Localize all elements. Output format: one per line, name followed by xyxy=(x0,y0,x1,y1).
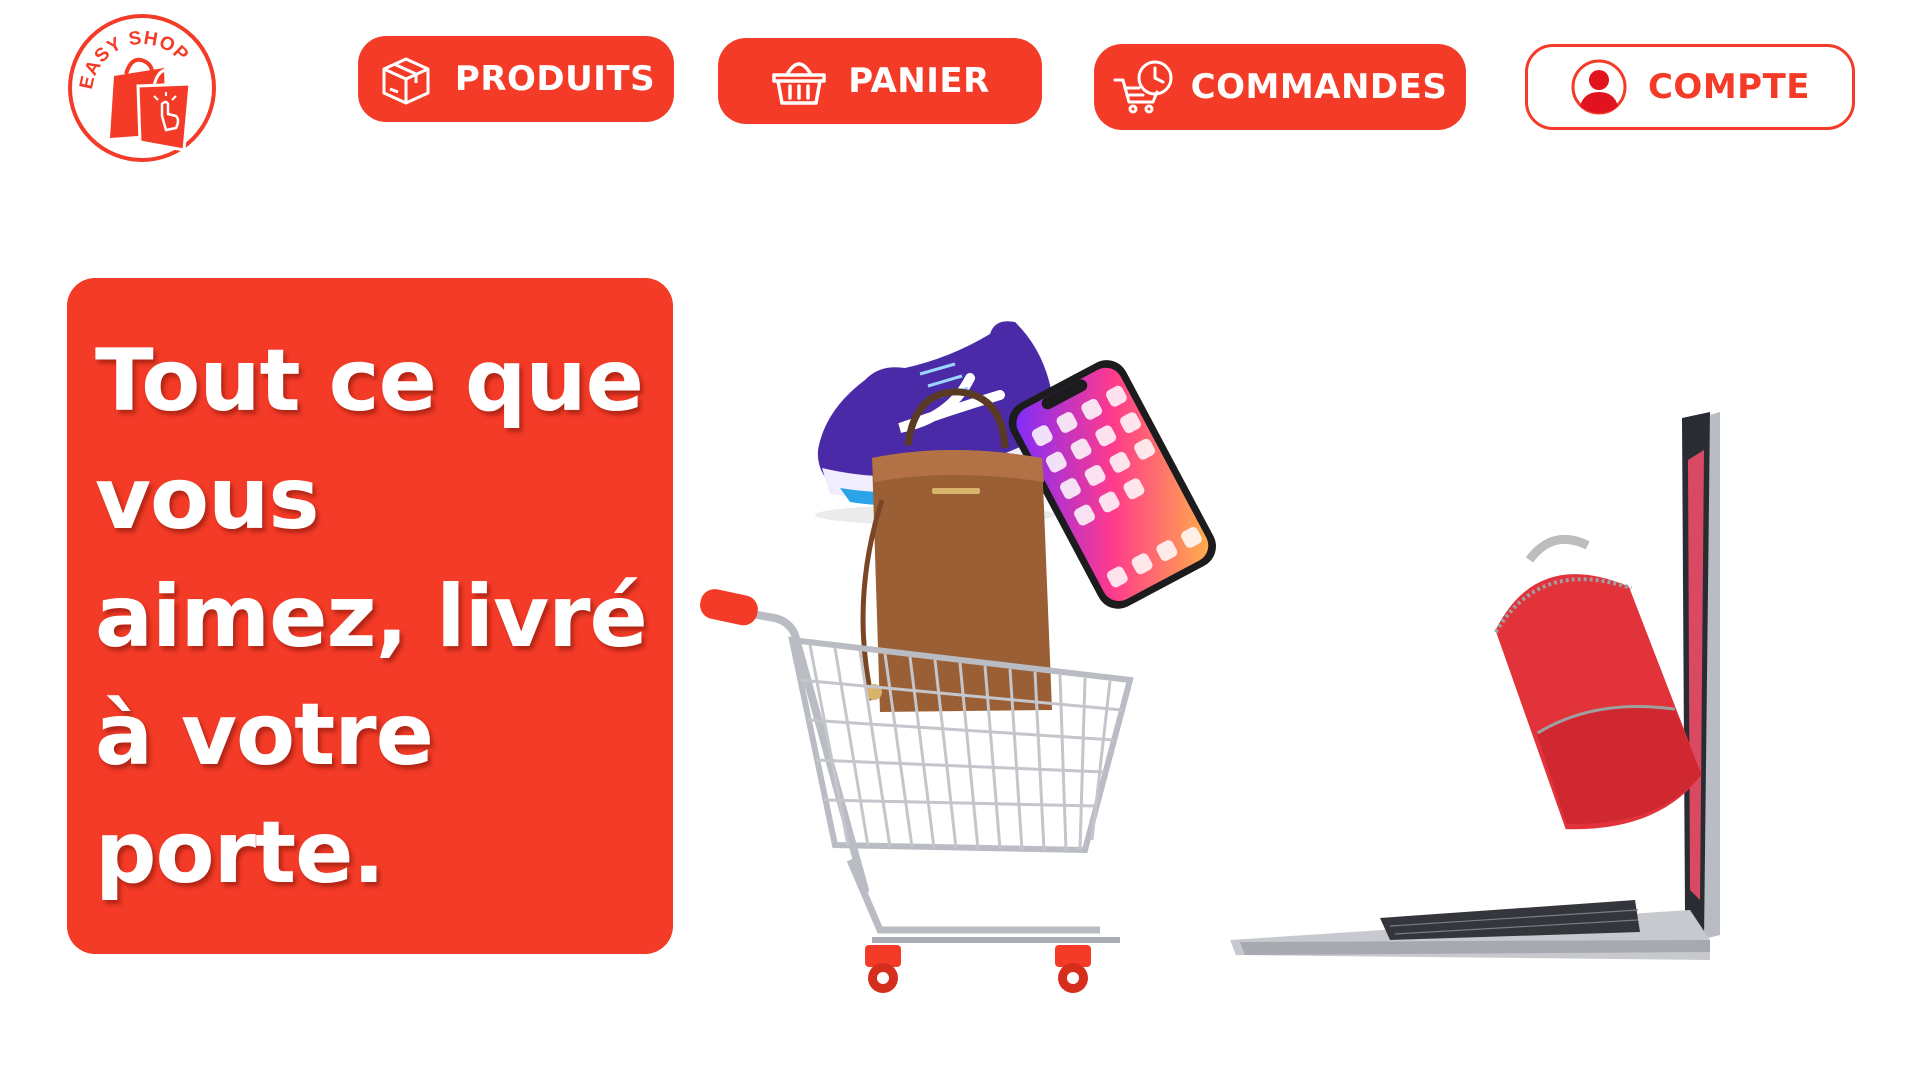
box-icon xyxy=(377,50,435,108)
hero-line: porte. xyxy=(95,803,385,903)
basket-icon xyxy=(770,52,828,110)
user-icon xyxy=(1570,58,1628,116)
nav-orders-label: COMMANDES xyxy=(1190,67,1448,107)
nav-account-label: COMPTE xyxy=(1647,67,1811,107)
nav-orders-button[interactable]: COMMANDES xyxy=(1094,44,1466,130)
hero-headline: Tout ce que vous aimez, livré à votre po… xyxy=(95,322,673,912)
nav-account-button[interactable]: COMPTE xyxy=(1525,44,1855,130)
cart-clock-icon xyxy=(1113,58,1179,116)
hero-line: vous xyxy=(95,449,320,549)
hero-banner: Tout ce que vous aimez, livré à votre po… xyxy=(67,278,673,954)
hero-line: Tout ce que xyxy=(95,331,644,431)
easy-shop-logo[interactable]: EASY SHOP xyxy=(66,12,218,164)
nav-products-label: PRODUITS xyxy=(454,59,656,99)
backpack-image xyxy=(1494,534,1702,830)
nav-cart-button[interactable]: PANIER xyxy=(718,38,1042,124)
nav-cart-label: PANIER xyxy=(848,61,990,101)
hero-illustration xyxy=(700,300,1760,1000)
hero-line: à votre xyxy=(95,685,434,785)
nav-products-button[interactable]: PRODUITS xyxy=(358,36,674,122)
hero-line: aimez, livré xyxy=(95,567,648,667)
